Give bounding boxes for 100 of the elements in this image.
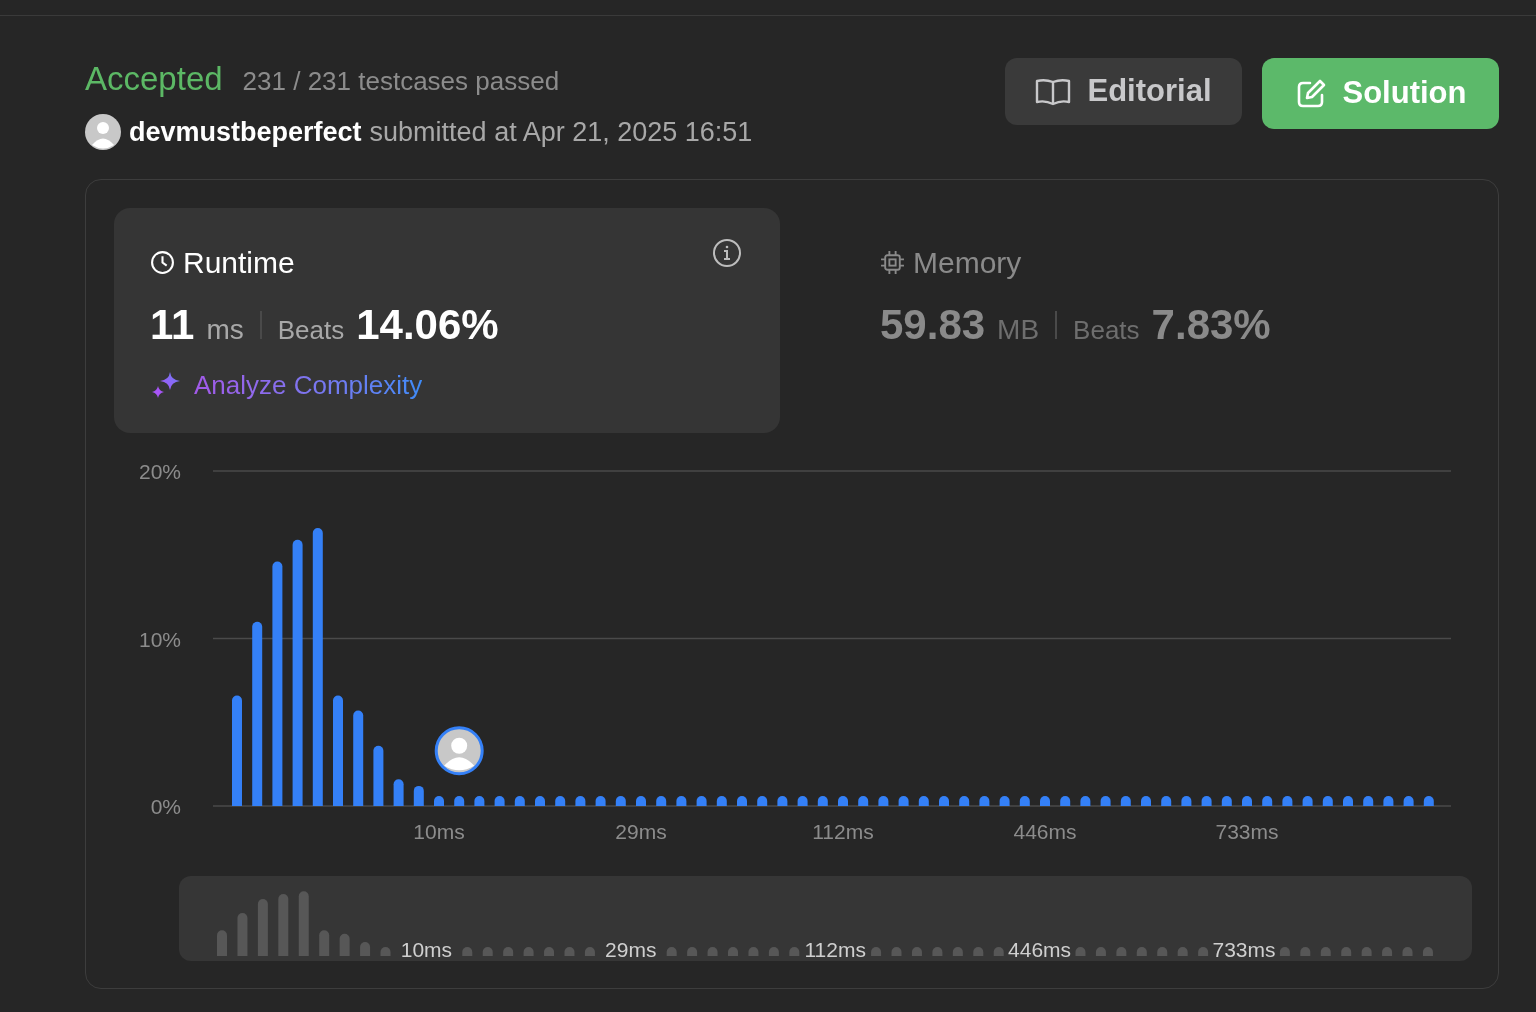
metric-card[interactable]: Memory 59.83 MB Beats 7.83% — [844, 208, 1404, 433]
book-icon — [1035, 76, 1072, 107]
overview-bar — [278, 894, 289, 956]
overview-label: 29ms — [605, 938, 657, 961]
beats-value: 14.06% — [356, 300, 499, 350]
overview-bar — [1136, 947, 1147, 956]
bar[interactable] — [252, 621, 263, 806]
bar[interactable] — [555, 795, 566, 806]
bar[interactable] — [777, 795, 788, 806]
overview-bar — [932, 947, 943, 956]
bar[interactable] — [1100, 795, 1111, 806]
overview-bar — [1177, 947, 1188, 956]
bar[interactable] — [999, 795, 1010, 806]
overview-bar — [911, 947, 922, 956]
bar[interactable] — [676, 795, 687, 806]
overview-bar — [544, 947, 555, 956]
bar[interactable] — [1221, 795, 1232, 806]
bar[interactable] — [1201, 795, 1212, 806]
bar[interactable] — [1242, 795, 1252, 806]
overview-bar — [462, 947, 473, 956]
bar[interactable] — [514, 795, 525, 806]
overview-bar — [871, 947, 882, 956]
y-axis-label: 0% — [150, 795, 181, 818]
bar[interactable] — [1383, 795, 1394, 806]
metric-unit: ms — [206, 313, 244, 347]
bar[interactable] — [858, 795, 869, 806]
overview-bar — [298, 891, 309, 956]
overview-bar — [707, 947, 718, 956]
bar[interactable] — [575, 795, 586, 806]
overview-bar — [584, 947, 595, 956]
bar[interactable] — [1141, 795, 1151, 806]
overview-bar — [257, 899, 268, 956]
bar[interactable] — [1343, 795, 1353, 806]
bar[interactable] — [494, 795, 505, 806]
bar[interactable] — [1322, 795, 1333, 806]
bar[interactable] — [1181, 795, 1192, 806]
bar[interactable] — [615, 795, 626, 806]
bar[interactable] — [1080, 795, 1091, 806]
bar[interactable] — [454, 795, 465, 806]
bar[interactable] — [797, 795, 808, 806]
avatar-icon — [85, 113, 121, 150]
overview-bar — [1361, 947, 1372, 956]
bar[interactable] — [1423, 795, 1434, 806]
bar[interactable] — [696, 795, 707, 806]
overview-bar — [339, 933, 350, 956]
bar[interactable] — [757, 795, 768, 806]
bar[interactable] — [636, 795, 646, 806]
overview-label: 446ms — [1008, 938, 1072, 961]
bar[interactable] — [737, 795, 747, 806]
overview-bar — [564, 947, 575, 956]
bar[interactable] — [1161, 795, 1172, 806]
bar[interactable] — [535, 795, 545, 806]
bar[interactable] — [1363, 795, 1374, 806]
overview-bar — [666, 947, 677, 956]
overview-bar — [1075, 947, 1086, 956]
bar[interactable] — [373, 745, 384, 806]
bar[interactable] — [817, 795, 828, 806]
bar[interactable] — [1282, 795, 1293, 806]
bar[interactable] — [838, 795, 848, 806]
bar[interactable] — [413, 785, 424, 806]
bar[interactable] — [1060, 795, 1071, 806]
bar[interactable] — [1019, 795, 1030, 806]
metric-card[interactable]: Runtime 11 ms Beats 14.06% Analyze Complexity — [114, 208, 780, 433]
overview-label: 10ms — [400, 938, 453, 961]
overview-bar — [523, 947, 534, 956]
bar[interactable] — [656, 795, 667, 806]
bar[interactable] — [716, 795, 727, 806]
bar[interactable] — [1120, 795, 1131, 806]
bar[interactable] — [979, 795, 990, 806]
overview-label: 112ms — [804, 938, 866, 961]
bar[interactable] — [939, 795, 949, 806]
overview-bar — [1320, 947, 1331, 956]
bar[interactable] — [292, 539, 303, 806]
bar[interactable] — [393, 779, 404, 806]
username-link[interactable]: devmustbeperfect — [129, 111, 362, 152]
bar[interactable] — [959, 795, 970, 806]
bar[interactable] — [918, 795, 929, 806]
overview-bar — [1341, 947, 1352, 956]
info-icon[interactable] — [712, 238, 742, 268]
bar[interactable] — [434, 795, 444, 806]
bar[interactable] — [595, 795, 606, 806]
bar[interactable] — [312, 527, 323, 806]
testcases-text: 231 / 231 testcases passed — [242, 65, 560, 98]
bar[interactable] — [1302, 795, 1313, 806]
editorial-button[interactable]: Editorial — [1005, 58, 1242, 125]
overview-bar — [768, 947, 779, 956]
bar[interactable] — [1262, 795, 1273, 806]
bar[interactable] — [353, 710, 364, 806]
bar[interactable] — [1403, 795, 1414, 806]
bar[interactable] — [878, 795, 889, 806]
y-axis-label: 20% — [138, 460, 181, 483]
bar[interactable] — [272, 561, 283, 806]
overview-bar — [789, 947, 800, 956]
bar[interactable] — [474, 795, 485, 806]
overview-strip[interactable]: 10ms 29ms 112ms 446ms 733ms — [179, 876, 1472, 961]
bar[interactable] — [1040, 795, 1050, 806]
beats-value: 7.83% — [1151, 300, 1271, 350]
x-axis-label: 29ms — [615, 820, 667, 843]
overview-bar — [1402, 947, 1413, 956]
bar[interactable] — [898, 795, 909, 806]
